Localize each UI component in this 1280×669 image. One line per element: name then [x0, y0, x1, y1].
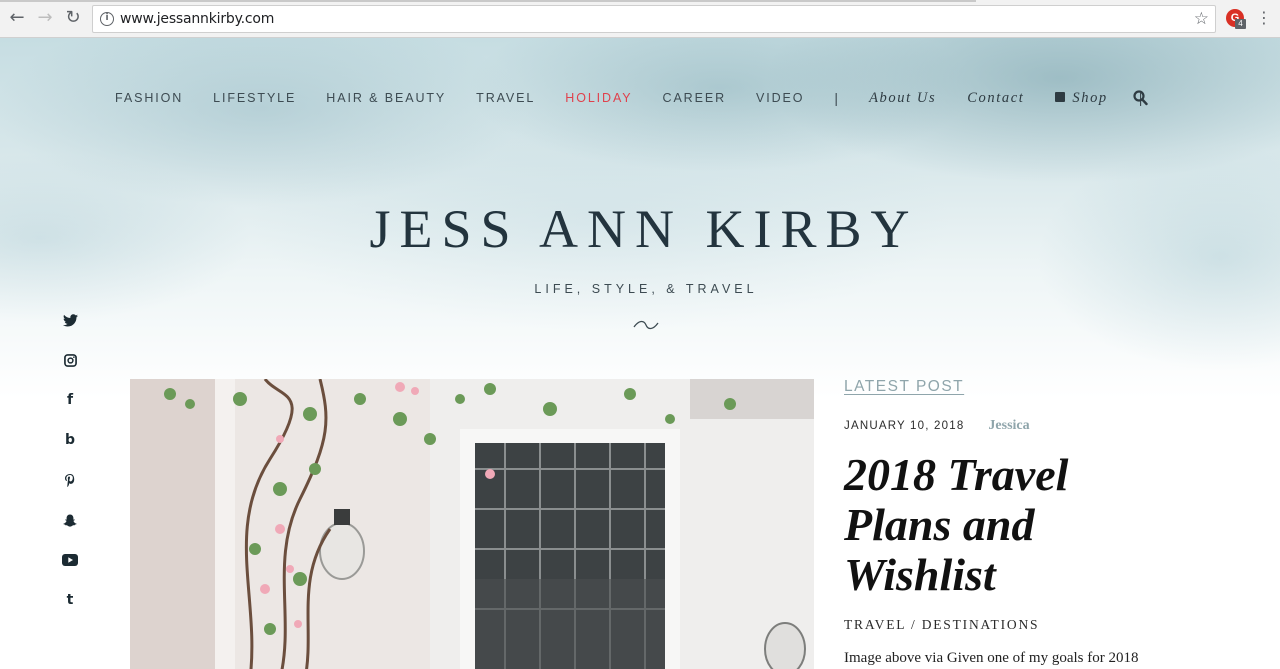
post-author[interactable]: Jessica	[988, 418, 1029, 434]
browser-menu-icon[interactable]: ⋮	[1256, 8, 1272, 28]
tumblr-icon[interactable]: t	[60, 590, 80, 630]
post-meta: JANUARY 10, 2018 Jessica	[844, 418, 1244, 434]
nav-travel[interactable]: TRAVEL	[476, 91, 535, 105]
facebook-icon[interactable]: f	[60, 390, 80, 430]
extension-badge: 4	[1235, 19, 1246, 29]
loading-bar	[0, 0, 976, 2]
tilde-divider-icon	[633, 320, 659, 330]
nav-career[interactable]: CAREER	[663, 91, 727, 105]
latest-post-link[interactable]: LATEST POST	[844, 378, 964, 395]
post-excerpt: Image above via Given one of my goals fo…	[844, 650, 1139, 666]
nav-holiday[interactable]: HOLIDAY	[565, 91, 632, 105]
post-categories[interactable]: TRAVEL / DESTINATIONS	[844, 617, 1244, 633]
post-title[interactable]: 2018 Travel Plans and Wishlist	[844, 450, 1124, 600]
instagram-icon[interactable]	[60, 350, 80, 390]
bookmark-star-icon[interactable]: ☆	[1194, 9, 1209, 29]
address-bar[interactable]: i www.jessannkirby.com ☆	[92, 5, 1216, 33]
post-date: JANUARY 10, 2018	[844, 420, 965, 432]
hero-photo	[130, 379, 814, 669]
address-url[interactable]: www.jessannkirby.com	[120, 11, 274, 27]
main-nav: FASHION LIFESTYLE HAIR & BEAUTY TRAVEL H…	[115, 90, 1173, 106]
youtube-icon[interactable]	[60, 550, 80, 590]
search-icon[interactable]	[1133, 90, 1148, 106]
site-title[interactable]: JESS ANN KIRBY	[0, 198, 1280, 260]
nav-shop-label: Shop	[1072, 89, 1108, 106]
latest-post-panel: LATEST POST JANUARY 10, 2018 Jessica 201…	[844, 378, 1244, 667]
shopping-bag-icon	[1055, 92, 1066, 102]
webpage: FASHION LIFESTYLE HAIR & BEAUTY TRAVEL H…	[0, 38, 1280, 669]
nav-hair-beauty[interactable]: HAIR & BEAUTY	[326, 91, 446, 105]
social-links: f b t	[60, 310, 80, 630]
bloglovin-icon[interactable]: b	[60, 430, 80, 470]
forward-arrow-icon[interactable]: →	[35, 8, 55, 28]
snapchat-icon[interactable]	[60, 510, 80, 550]
nav-video[interactable]: VIDEO	[756, 91, 804, 105]
reload-icon[interactable]: ↻	[63, 8, 83, 28]
site-tagline: LIFE, STYLE, & TRAVEL	[534, 282, 758, 296]
browser-toolbar: ← → ↻ i www.jessannkirby.com ☆ G 4 ⋮	[0, 0, 1280, 38]
latest-post-image[interactable]	[130, 379, 814, 669]
nav-shop[interactable]: Shop	[1055, 90, 1107, 107]
nav-lifestyle[interactable]: LIFESTYLE	[213, 91, 296, 105]
back-arrow-icon[interactable]: ←	[7, 8, 27, 28]
info-icon[interactable]: i	[100, 12, 114, 26]
nav-fashion[interactable]: FASHION	[115, 91, 183, 105]
twitter-icon[interactable]	[60, 310, 80, 350]
nav-about-us[interactable]: About Us	[869, 90, 936, 107]
pinterest-icon[interactable]	[60, 470, 80, 510]
nav-divider: |	[834, 90, 839, 106]
nav-contact[interactable]: Contact	[967, 90, 1024, 107]
